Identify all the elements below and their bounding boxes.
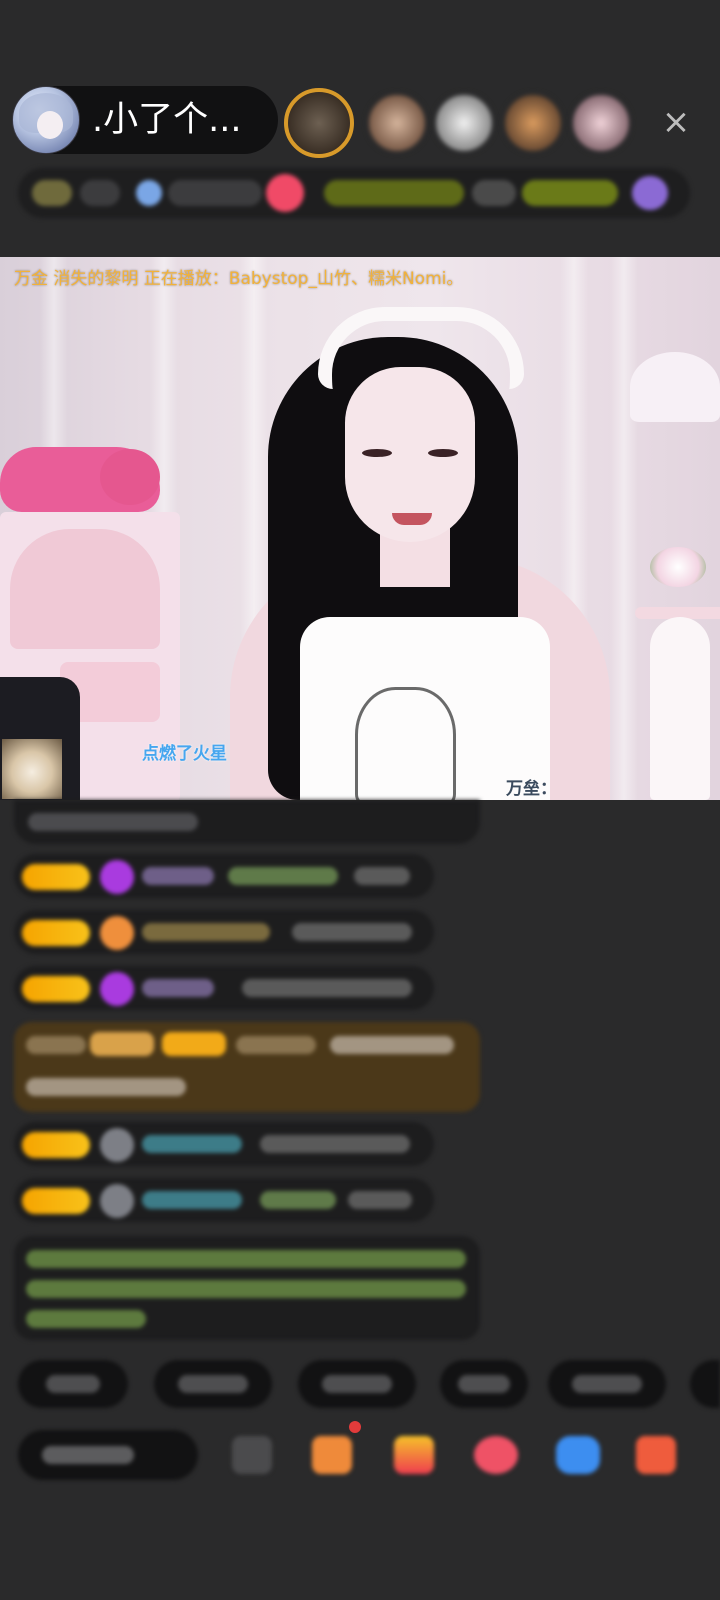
anchor-info-pill[interactable]: .小了个... [12, 86, 278, 154]
chip-text [178, 1375, 248, 1393]
chat-text [26, 1250, 466, 1268]
level-badge [22, 920, 90, 946]
pink-plush-head [100, 449, 160, 505]
activity-chip [324, 180, 464, 206]
gift-badge [90, 1032, 154, 1056]
headband [318, 307, 524, 389]
like-icon[interactable] [474, 1436, 518, 1474]
live-video[interactable] [0, 257, 720, 800]
chat-text [26, 1310, 146, 1328]
gift-marquee: 万金 消失的黎明 正在播放：Babystop_山竹、糯米Nomi。 [14, 269, 464, 289]
white-stand [650, 617, 710, 800]
badge-icon [100, 916, 134, 950]
chat-text [28, 813, 198, 831]
chat-username [236, 1036, 316, 1054]
chat-username [142, 1191, 242, 1209]
curtain-fold [610, 257, 638, 800]
chat-message [14, 1122, 434, 1166]
chat-text [260, 1135, 410, 1153]
chat-text [354, 867, 410, 885]
chat-message [14, 966, 434, 1010]
quick-reply-chip[interactable] [690, 1360, 720, 1408]
quick-reply-chip[interactable] [18, 1360, 128, 1408]
chat-message [14, 910, 434, 954]
chip-text [572, 1375, 642, 1393]
avatar-face [37, 111, 63, 139]
anchor-avatar[interactable] [12, 86, 80, 154]
quick-reply-chip[interactable] [548, 1360, 666, 1408]
gift-icon [266, 174, 304, 212]
quick-reply-chip[interactable] [298, 1360, 416, 1408]
comment-placeholder [42, 1446, 134, 1464]
gift-box-icon[interactable] [394, 1436, 434, 1474]
chat-text [26, 1036, 86, 1054]
room-info-strip[interactable] [18, 168, 690, 218]
shirt-print [355, 687, 456, 800]
lamp [630, 352, 720, 422]
shelf-arch [10, 529, 160, 649]
event-icon [632, 176, 668, 210]
chat-text [348, 1191, 412, 1209]
info-chip [80, 180, 120, 206]
chat-text [330, 1036, 454, 1054]
fan-club-icon[interactable] [312, 1436, 352, 1474]
chip-text [46, 1375, 100, 1393]
activity-chip-2 [472, 180, 516, 206]
chat-username [142, 923, 270, 941]
level-badge [22, 976, 90, 1002]
fans-chip [168, 180, 262, 206]
rank-chip [32, 180, 72, 206]
emoji-icon[interactable] [232, 1436, 272, 1474]
anchor-name: .小了个... [92, 100, 242, 140]
fans-icon [136, 180, 162, 206]
chat-message [14, 1178, 434, 1222]
chat-message [14, 800, 480, 844]
chat-message [14, 854, 434, 898]
quick-reply-chip[interactable] [154, 1360, 272, 1408]
viewer-avatar-1[interactable] [284, 88, 354, 158]
comment-input[interactable] [18, 1430, 198, 1480]
user-icon [100, 1128, 134, 1162]
chat-username [142, 979, 214, 997]
chat-gift [228, 867, 338, 885]
viewer-avatar-4[interactable] [502, 92, 564, 154]
viewer-avatar-5[interactable] [570, 92, 632, 154]
viewer-avatar-2[interactable] [366, 92, 428, 154]
level-badge [22, 864, 90, 890]
chip-text [322, 1375, 392, 1393]
quick-reply-chip[interactable] [440, 1360, 528, 1408]
flowers [650, 547, 706, 587]
chat-system-notice [14, 1236, 480, 1340]
close-icon[interactable]: × [654, 100, 698, 144]
chat-gift [260, 1191, 336, 1209]
chip-text [458, 1375, 510, 1393]
notification-dot [349, 1421, 361, 1433]
danmaku-message: 点燃了火星 [142, 744, 227, 764]
chat-username [142, 1135, 242, 1153]
gem-icon [100, 972, 134, 1006]
message-icon[interactable] [556, 1436, 600, 1474]
chat-text [26, 1078, 186, 1096]
chat-message-highlight [14, 1022, 480, 1112]
chat-text [26, 1280, 466, 1298]
activity-chip-3 [522, 180, 618, 206]
level-badge [162, 1032, 226, 1056]
eye-left [362, 449, 392, 457]
level-badge [22, 1132, 90, 1158]
gift-icon[interactable] [636, 1436, 676, 1474]
cat-sticker [2, 739, 62, 799]
viewer-avatar-3[interactable] [433, 92, 495, 154]
chat-text [292, 923, 412, 941]
danmaku-message: 万垒： [506, 779, 557, 799]
mouth [392, 513, 432, 525]
chat-text [242, 979, 412, 997]
user-icon [100, 1184, 134, 1218]
eye-right [428, 449, 458, 457]
gem-icon [100, 860, 134, 894]
chat-username [142, 867, 214, 885]
level-badge [22, 1188, 90, 1214]
